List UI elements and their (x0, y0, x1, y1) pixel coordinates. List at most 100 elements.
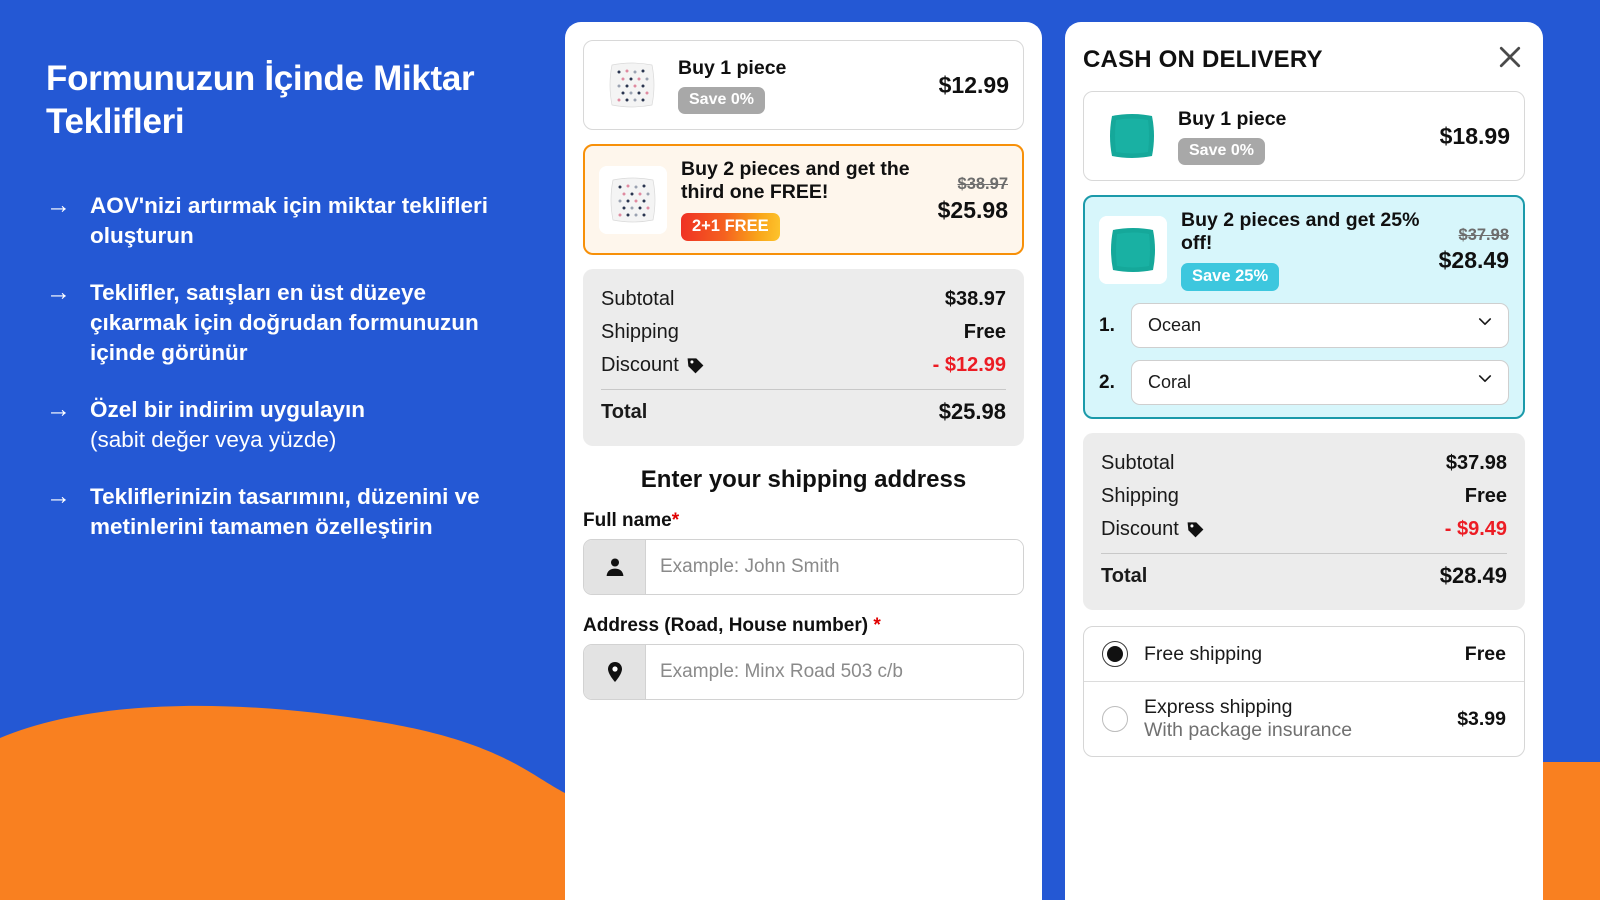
variant-select-value: Coral (1148, 372, 1192, 392)
variant-number: 2. (1099, 371, 1115, 393)
address-input-wrap[interactable]: Example: Minx Road 503 c/b (583, 644, 1024, 700)
variant-number: 1. (1099, 314, 1115, 336)
panel-title: CASH ON DELIVERY (1083, 45, 1323, 73)
offer-title: Buy 1 piece (678, 56, 787, 79)
summary-label: Total (1101, 564, 1148, 587)
shipping-option-express[interactable]: Express shipping With package insurance … (1084, 681, 1524, 756)
address-label: Address (Road, House number) * (583, 615, 1024, 637)
arrow-right-icon: → (46, 394, 71, 423)
price-current: $28.49 (1438, 247, 1509, 274)
radio-free-shipping[interactable] (1102, 641, 1128, 667)
arrow-right-icon: → (46, 278, 71, 307)
summary-value: $37.98 (1445, 452, 1507, 474)
status-badge: Save 0% (1178, 137, 1265, 165)
offer-body: Buy 1 piece Save 0% (1174, 108, 1426, 165)
shipping-option-name: Free shipping (1144, 642, 1263, 665)
summary-row-total: Total $25.98 (601, 394, 1006, 430)
offer-title: Buy 1 piece (1178, 107, 1287, 130)
offer-card-single[interactable]: Buy 1 piece Save 0% $18.99 (1083, 91, 1525, 181)
summary-label: Shipping (601, 321, 679, 343)
required-marker: * (671, 510, 680, 531)
address-input[interactable]: Example: Minx Road 503 c/b (646, 645, 1023, 699)
summary-row-shipping: Shipping Free (601, 316, 1006, 349)
promo-item-subtext: (sabit değer veya yüzde) (90, 426, 337, 452)
shipping-option-text: Free shipping (1144, 643, 1449, 666)
variant-select-2[interactable]: Coral (1131, 360, 1509, 405)
field-label-text: Full name (583, 510, 672, 531)
promo-item-label: Teklifler, satışları en üst düzeye çıkar… (90, 280, 479, 366)
summary-value: $38.97 (944, 288, 1006, 310)
page-title: Formunuzun İçinde Miktar Teklifleri (46, 59, 475, 141)
variant-row-2: 2. Coral (1099, 360, 1509, 405)
promo-panel: Formunuzun İçinde Miktar Teklifleri → AO… (0, 0, 565, 900)
fullname-label: Full name* (583, 510, 1024, 532)
variant-select-value: Ocean (1148, 315, 1202, 335)
shipping-option-free[interactable]: Free shipping Free (1084, 627, 1524, 681)
panel-header: CASH ON DELIVERY (1083, 42, 1525, 77)
list-item: → Tekliflerinizin tasarımını, düzenini v… (46, 482, 519, 542)
promo-item-label: Tekliflerinizin tasarımını, düzenini ve … (90, 483, 480, 539)
offer-card-single[interactable]: Buy 1 piece Save 0% $12.99 (583, 40, 1024, 130)
summary-row-discount: Discount - $12.99 (601, 349, 1006, 382)
summary-label: Shipping (1101, 485, 1179, 507)
summary-row-subtotal: Subtotal $37.98 (1101, 447, 1507, 480)
offer-card-bundle[interactable]: Buy 2 pieces and get 25% off! Save 25% $… (1083, 195, 1525, 419)
variant-row-1: 1. Ocean (1099, 303, 1509, 348)
arrow-right-icon: → (46, 481, 71, 510)
pillow-teal-icon (1098, 102, 1166, 170)
arrow-right-icon: → (46, 191, 71, 220)
checkout-form-panel: Buy 1 piece Save 0% $12.99 Buy 2 pieces … (565, 22, 1042, 900)
offer-price: $38.97 $25.98 (932, 174, 1008, 224)
chevron-down-icon (1476, 312, 1494, 335)
divider (601, 389, 1006, 390)
price-tag-icon (1187, 522, 1204, 538)
price-current: $12.99 (938, 71, 1009, 98)
promo-item-main: Özel bir indirim uygulayın (90, 396, 366, 422)
summary-value: Free (963, 321, 1006, 343)
order-summary: Subtotal $37.98 Shipping Free Discount -… (1083, 433, 1525, 610)
pillow-dotted-white-icon (599, 165, 667, 234)
offer-main: Buy 2 pieces and get 25% off! Save 25% $… (1099, 209, 1509, 291)
chevron-down-icon (1476, 369, 1494, 392)
status-badge: Save 25% (1181, 263, 1280, 291)
variant-select-1[interactable]: Ocean (1131, 303, 1509, 348)
offer-title: Buy 2 pieces and get 25% off! (1181, 209, 1420, 254)
status-badge: Save 0% (678, 86, 765, 114)
offer-main: Buy 2 pieces and get the third one FREE!… (599, 158, 1008, 241)
fullname-input[interactable]: Example: John Smith (646, 540, 1023, 594)
map-pin-icon (584, 645, 646, 699)
summary-label: Subtotal (1101, 452, 1175, 474)
offer-price: $18.99 (1434, 123, 1510, 150)
offer-price: $37.98 $28.49 (1433, 225, 1509, 275)
order-summary: Subtotal $38.97 Shipping Free Discount -… (583, 269, 1024, 446)
close-icon[interactable] (1495, 42, 1525, 77)
radio-express-shipping[interactable] (1102, 706, 1128, 732)
shipping-option-price: Free (1464, 642, 1506, 665)
fullname-input-wrap[interactable]: Example: John Smith (583, 539, 1024, 595)
shipping-option-price: $3.99 (1457, 707, 1506, 730)
required-marker: * (873, 615, 881, 636)
promo-item-label: Özel bir indirim uygulayın (sabit değer … (90, 395, 365, 455)
summary-row-shipping: Shipping Free (1101, 480, 1507, 513)
person-icon (584, 540, 646, 594)
offer-title: Buy 2 pieces and get the third one FREE! (681, 158, 910, 203)
shipping-option-text: Express shipping With package insurance (1144, 696, 1441, 742)
shipping-option-sub: With package insurance (1144, 719, 1353, 741)
offer-body: Buy 1 piece Save 0% (674, 57, 925, 114)
price-original: $38.97 (957, 175, 1008, 194)
form-heading: Enter your shipping address (640, 466, 967, 493)
summary-label-wrap: Discount (1101, 518, 1205, 541)
summary-row-discount: Discount - $9.49 (1101, 513, 1507, 546)
divider (1101, 553, 1507, 554)
list-item: → Özel bir indirim uygulayın (sabit değe… (46, 395, 519, 455)
offer-card-bundle[interactable]: Buy 2 pieces and get the third one FREE!… (583, 144, 1024, 255)
list-item: → Teklifler, satışları en üst düzeye çık… (46, 278, 519, 368)
summary-row-subtotal: Subtotal $38.97 (601, 283, 1006, 316)
summary-label: Discount (601, 354, 679, 376)
field-label-text: Address (Road, House number) (583, 615, 869, 636)
pillow-dotted-white-icon (598, 51, 666, 119)
status-badge: 2+1 FREE (681, 213, 780, 241)
offer-body: Buy 2 pieces and get the third one FREE!… (677, 158, 922, 241)
price-original: $37.98 (1458, 225, 1509, 244)
summary-label: Discount (1101, 518, 1179, 540)
